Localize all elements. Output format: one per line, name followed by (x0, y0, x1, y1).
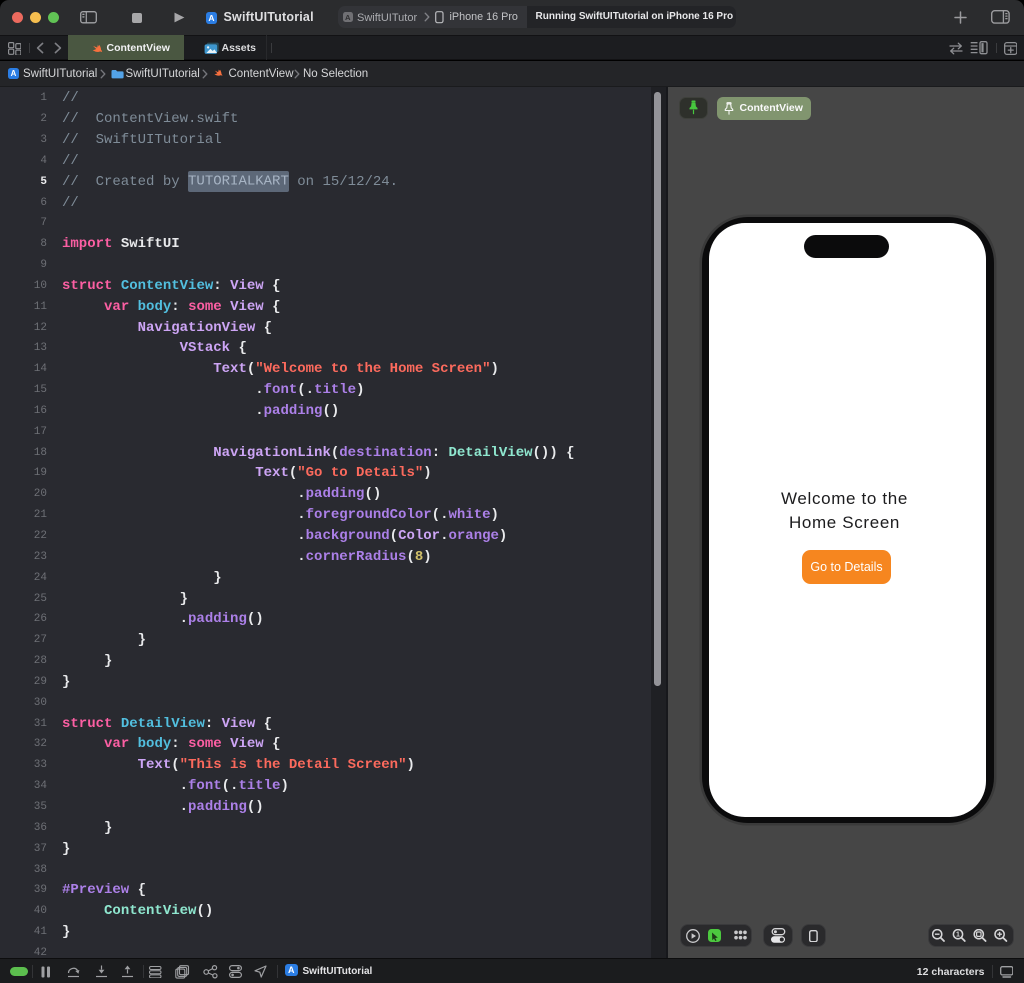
svg-text:1: 1 (956, 931, 960, 938)
